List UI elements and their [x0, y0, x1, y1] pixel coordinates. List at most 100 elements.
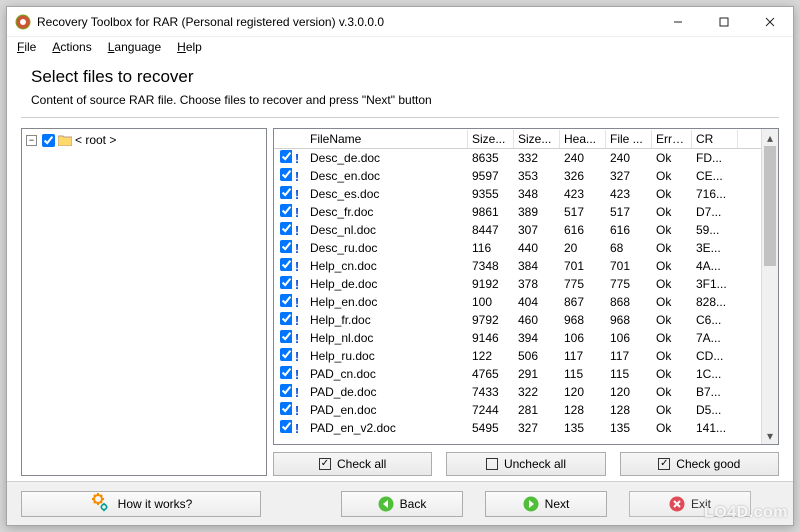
table-row[interactable]: !Help_fr.doc9792460968968OkC6... — [274, 311, 761, 329]
table-row[interactable]: !Help_cn.doc7348384701701Ok4A... — [274, 257, 761, 275]
col-filename[interactable]: FileName — [306, 130, 468, 148]
cell-filename: Help_fr.doc — [306, 313, 468, 327]
cell-crc: C6... — [692, 313, 738, 327]
table-row[interactable]: !PAD_en_v2.doc5495327135135Ok141... — [274, 419, 761, 437]
cell-error: Ok — [652, 403, 692, 417]
cell-error: Ok — [652, 349, 692, 363]
scrollbar[interactable]: ▴ ▾ — [761, 129, 778, 444]
col-check[interactable] — [274, 137, 292, 141]
cell-size2: 404 — [514, 295, 560, 309]
row-checkbox[interactable] — [280, 240, 292, 253]
collapse-icon[interactable]: − — [26, 135, 37, 146]
grid-header: FileName Size... Size... Hea... File ...… — [274, 129, 761, 149]
row-checkbox[interactable] — [280, 366, 292, 379]
row-checkbox[interactable] — [280, 204, 292, 217]
col-error[interactable]: Erro... — [652, 130, 692, 148]
row-checkbox[interactable] — [280, 276, 292, 289]
row-checkbox[interactable] — [280, 384, 292, 397]
row-checkbox[interactable] — [280, 294, 292, 307]
file-icon: ! — [292, 242, 302, 255]
cell-crc: 7A... — [692, 331, 738, 345]
scroll-up-icon[interactable]: ▴ — [762, 129, 778, 146]
cell-crc: 3E... — [692, 241, 738, 255]
col-size2[interactable]: Size... — [514, 130, 560, 148]
col-size1[interactable]: Size... — [468, 130, 514, 148]
row-checkbox[interactable] — [280, 186, 292, 199]
check-all-button[interactable]: Check all — [273, 452, 432, 476]
how-it-works-button[interactable]: How it works? — [21, 491, 261, 517]
cell-size1: 9146 — [468, 331, 514, 345]
exit-button[interactable]: Exit — [629, 491, 751, 517]
cell-crc: 141... — [692, 421, 738, 435]
cell-filename: Desc_nl.doc — [306, 223, 468, 237]
cell-size1: 122 — [468, 349, 514, 363]
menu-help[interactable]: Help — [173, 39, 206, 55]
menu-file[interactable]: File — [13, 39, 40, 55]
cell-filename: Desc_de.doc — [306, 151, 468, 165]
uncheck-all-button[interactable]: Uncheck all — [446, 452, 605, 476]
cell-file: 135 — [606, 421, 652, 435]
close-button[interactable] — [747, 7, 793, 37]
col-file[interactable]: File ... — [606, 130, 652, 148]
cell-size2: 394 — [514, 331, 560, 345]
row-checkbox[interactable] — [280, 420, 292, 433]
file-icon: ! — [292, 206, 302, 219]
cell-file: 240 — [606, 151, 652, 165]
table-row[interactable]: !PAD_en.doc7244281128128OkD5... — [274, 401, 761, 419]
cell-filename: Desc_fr.doc — [306, 205, 468, 219]
cell-head: 867 — [560, 295, 606, 309]
check-all-label: Check all — [337, 457, 386, 471]
back-button[interactable]: Back — [341, 491, 463, 517]
table-row[interactable]: !PAD_cn.doc4765291115115Ok1C... — [274, 365, 761, 383]
menu-language[interactable]: Language — [104, 39, 165, 55]
scroll-track[interactable] — [762, 266, 778, 427]
checkbox-empty-icon — [486, 458, 498, 470]
scroll-thumb[interactable] — [764, 146, 776, 266]
cell-crc: D7... — [692, 205, 738, 219]
workarea: − < root > FileName Si — [21, 128, 779, 476]
minimize-button[interactable] — [655, 7, 701, 37]
row-checkbox[interactable] — [280, 150, 292, 163]
row-checkbox[interactable] — [280, 258, 292, 271]
cell-filename: Help_ru.doc — [306, 349, 468, 363]
table-row[interactable]: !Desc_de.doc8635332240240OkFD... — [274, 149, 761, 167]
table-row[interactable]: !Desc_en.doc9597353326327OkCE... — [274, 167, 761, 185]
cell-filename: PAD_en_v2.doc — [306, 421, 468, 435]
table-row[interactable]: !Desc_nl.doc8447307616616Ok59... — [274, 221, 761, 239]
cell-size2: 378 — [514, 277, 560, 291]
tree-root-checkbox[interactable] — [42, 134, 55, 147]
table-row[interactable]: !Help_de.doc9192378775775Ok3F1... — [274, 275, 761, 293]
cell-error: Ok — [652, 331, 692, 345]
cell-file: 616 — [606, 223, 652, 237]
table-row[interactable]: !Desc_ru.doc1164402068Ok3E... — [274, 239, 761, 257]
cell-head: 117 — [560, 349, 606, 363]
table-row[interactable]: !Help_ru.doc122506117117OkCD... — [274, 347, 761, 365]
row-checkbox[interactable] — [280, 402, 292, 415]
file-icon: ! — [292, 422, 302, 435]
maximize-button[interactable] — [701, 7, 747, 37]
check-good-button[interactable]: Check good — [620, 452, 779, 476]
row-checkbox[interactable] — [280, 222, 292, 235]
row-checkbox[interactable] — [280, 348, 292, 361]
row-checkbox[interactable] — [280, 168, 292, 181]
cell-error: Ok — [652, 205, 692, 219]
table-row[interactable]: !Desc_fr.doc9861389517517OkD7... — [274, 203, 761, 221]
table-row[interactable]: !Help_en.doc100404867868Ok828... — [274, 293, 761, 311]
col-crc[interactable]: CR — [692, 130, 738, 148]
cell-size1: 7348 — [468, 259, 514, 273]
col-head[interactable]: Hea... — [560, 130, 606, 148]
table-row[interactable]: !Desc_es.doc9355348423423Ok716... — [274, 185, 761, 203]
row-checkbox[interactable] — [280, 330, 292, 343]
tree-root-node[interactable]: − < root > — [25, 132, 263, 148]
table-row[interactable]: !Help_nl.doc9146394106106Ok7A... — [274, 329, 761, 347]
table-row[interactable]: !PAD_de.doc7433322120120OkB7... — [274, 383, 761, 401]
checkbox-checked-icon — [658, 458, 670, 470]
cell-filename: Help_cn.doc — [306, 259, 468, 273]
cell-head: 616 — [560, 223, 606, 237]
cell-size2: 291 — [514, 367, 560, 381]
menu-actions[interactable]: Actions — [48, 39, 95, 55]
scroll-down-icon[interactable]: ▾ — [762, 427, 778, 444]
row-checkbox[interactable] — [280, 312, 292, 325]
next-button[interactable]: Next — [485, 491, 607, 517]
cell-file: 120 — [606, 385, 652, 399]
